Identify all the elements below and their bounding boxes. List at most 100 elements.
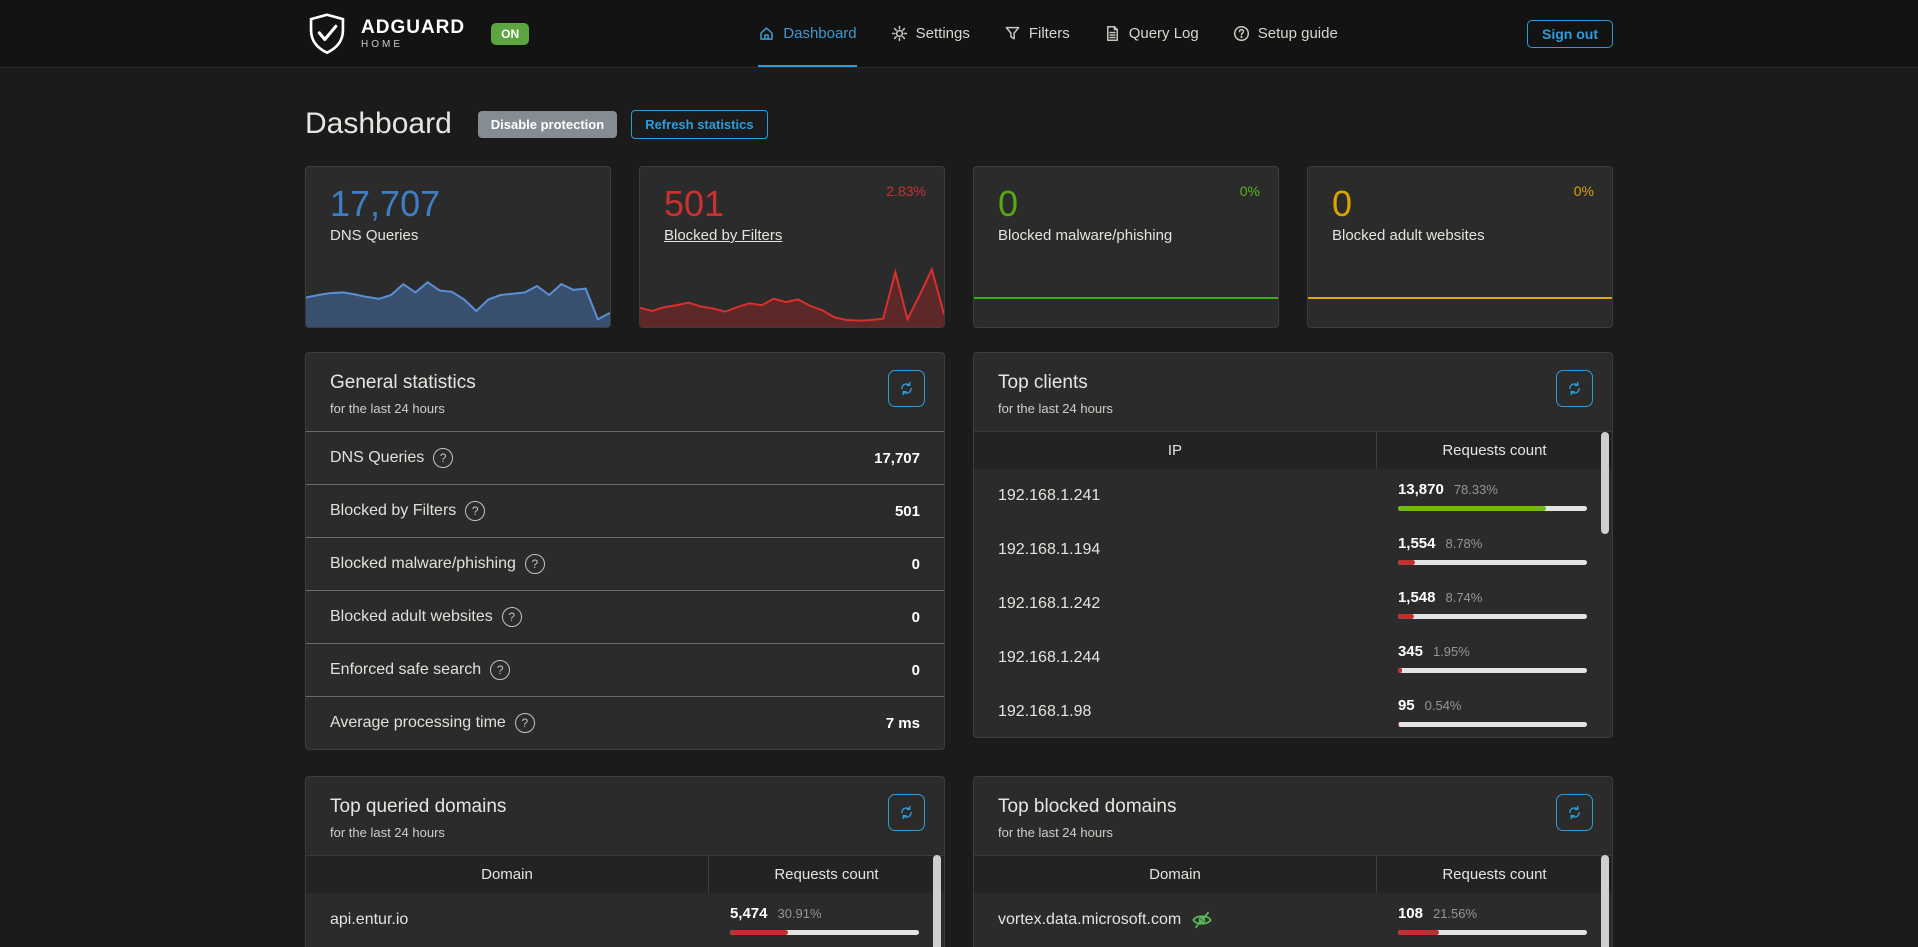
requests-count: 1,548 <box>1398 589 1436 606</box>
panel-subtitle: for the last 24 hours <box>998 401 1588 416</box>
top-blocked-domains-panel: Top blocked domains for the last 24 hour… <box>973 776 1613 947</box>
general-statistics-panel: General statistics for the last 24 hours… <box>305 352 945 750</box>
table-row: 192.168.1.98950.54% <box>974 685 1612 738</box>
home-icon <box>758 25 775 42</box>
malware-flatline <box>974 297 1278 299</box>
stat-label: Blocked by Filters <box>330 502 456 520</box>
stat-label: Blocked adult websites <box>330 608 493 626</box>
refresh-button[interactable] <box>1556 370 1593 407</box>
requests-count: 95 <box>1398 697 1415 714</box>
column-header-domain: Domain <box>306 856 708 893</box>
refresh-button[interactable] <box>888 370 925 407</box>
requests-bar <box>1398 506 1587 511</box>
panel-title: Top queried domains <box>330 796 920 818</box>
brand[interactable]: ADGUARD HOME ON <box>305 12 529 56</box>
card-blocked-by-filters: 2.83% 501 Blocked by Filters <box>639 166 945 328</box>
nav-item-dashboard[interactable]: Dashboard <box>758 0 856 67</box>
help-icon[interactable]: ? <box>525 554 545 574</box>
stat-label: Average processing time <box>330 714 506 732</box>
panel-subtitle: for the last 24 hours <box>330 825 920 840</box>
table-row: vortex.data.microsoft.com10821.56% <box>974 893 1612 947</box>
nav-item-setup-guide[interactable]: Setup guide <box>1233 0 1338 67</box>
requests-bar <box>1398 722 1587 727</box>
top-clients-panel: Top clients for the last 24 hours IP Req… <box>973 352 1613 738</box>
page-title: Dashboard <box>305 107 452 141</box>
card-percent: 2.83% <box>886 183 926 199</box>
nav-item-query-log[interactable]: Query Log <box>1104 0 1199 67</box>
requests-percent: 30.91% <box>777 906 821 921</box>
column-header-requests: Requests count <box>1376 856 1612 893</box>
dns-queries-sparkline <box>306 263 610 327</box>
column-header-domain: Domain <box>974 856 1376 893</box>
row-name[interactable]: vortex.data.microsoft.com <box>974 910 1376 930</box>
card-blocked-malware: 0% 0 Blocked malware/phishing <box>973 166 1279 328</box>
adult-flatline <box>1308 297 1612 299</box>
card-value: 17,707 <box>330 183 610 225</box>
scrollbar-thumb[interactable] <box>1601 855 1609 947</box>
scrollbar-thumb[interactable] <box>1601 432 1609 534</box>
row-name[interactable]: 192.168.1.242 <box>974 595 1376 613</box>
blocked-by-filters-sparkline <box>640 263 944 327</box>
help-icon[interactable]: ? <box>433 448 453 468</box>
requests-count: 1,554 <box>1398 535 1436 552</box>
shield-icon <box>305 12 349 56</box>
card-value: 0 <box>1332 183 1612 225</box>
nav-menu: Dashboard Settings Filters <box>569 0 1527 67</box>
card-label-link[interactable]: Blocked by Filters <box>664 227 944 244</box>
scrollbar-thumb[interactable] <box>933 855 941 947</box>
stat-row: Enforced safe search? 0 <box>306 643 944 696</box>
table-header: IP Requests count <box>974 431 1612 469</box>
nav-item-label: Settings <box>916 25 970 42</box>
column-header-requests: Requests count <box>1376 432 1612 469</box>
funnel-icon <box>1004 25 1021 42</box>
requests-bar <box>1398 930 1587 935</box>
top-clients-table: 192.168.1.24113,87078.33%192.168.1.1941,… <box>974 469 1612 738</box>
brand-name: ADGUARD <box>361 18 465 37</box>
stat-row: Blocked adult websites? 0 <box>306 590 944 643</box>
requests-bar <box>1398 560 1587 565</box>
row-name[interactable]: api.entur.io <box>306 911 708 929</box>
card-label: Blocked malware/phishing <box>998 227 1278 244</box>
refresh-button[interactable] <box>1556 794 1593 831</box>
refresh-statistics-button[interactable]: Refresh statistics <box>631 110 767 139</box>
column-header-requests: Requests count <box>708 856 944 893</box>
row-name[interactable]: 192.168.1.244 <box>974 649 1376 667</box>
help-icon[interactable]: ? <box>502 607 522 627</box>
row-name[interactable]: 192.168.1.98 <box>974 703 1376 721</box>
row-name[interactable]: 192.168.1.194 <box>974 541 1376 559</box>
nav-item-label: Filters <box>1029 25 1070 42</box>
stat-label: Enforced safe search <box>330 661 481 679</box>
card-percent: 0% <box>1574 183 1594 199</box>
protection-status-badge: ON <box>491 23 529 45</box>
requests-count: 345 <box>1398 643 1423 660</box>
refresh-icon <box>898 380 915 397</box>
nav-item-settings[interactable]: Settings <box>891 0 970 67</box>
help-icon[interactable]: ? <box>465 501 485 521</box>
row-name[interactable]: 192.168.1.241 <box>974 487 1376 505</box>
table-row: api.entur.io5,47430.91% <box>306 893 944 947</box>
help-icon[interactable]: ? <box>490 660 510 680</box>
card-value: 0 <box>998 183 1278 225</box>
sign-out-button[interactable]: Sign out <box>1527 20 1613 48</box>
panel-title: Top clients <box>998 372 1588 394</box>
refresh-icon <box>1566 380 1583 397</box>
nav-item-label: Setup guide <box>1258 25 1338 42</box>
requests-bar <box>1398 614 1587 619</box>
nav-item-filters[interactable]: Filters <box>1004 0 1070 67</box>
nav-item-label: Dashboard <box>783 25 856 42</box>
refresh-button[interactable] <box>888 794 925 831</box>
panel-subtitle: for the last 24 hours <box>998 825 1588 840</box>
stat-value: 0 <box>912 662 920 679</box>
stat-value: 501 <box>895 503 920 520</box>
table-row: 192.168.1.2443451.95% <box>974 631 1612 685</box>
help-icon[interactable]: ? <box>515 713 535 733</box>
requests-percent: 8.78% <box>1445 536 1482 551</box>
panel-title: General statistics <box>330 372 920 394</box>
top-queried-domains-panel: Top queried domains for the last 24 hour… <box>305 776 945 947</box>
panel-subtitle: for the last 24 hours <box>330 401 920 416</box>
stat-row: DNS Queries? 17,707 <box>306 431 944 484</box>
stat-row: Blocked by Filters? 501 <box>306 484 944 537</box>
nav-item-label: Query Log <box>1129 25 1199 42</box>
stat-value: 0 <box>912 609 920 626</box>
disable-protection-button[interactable]: Disable protection <box>478 111 617 138</box>
